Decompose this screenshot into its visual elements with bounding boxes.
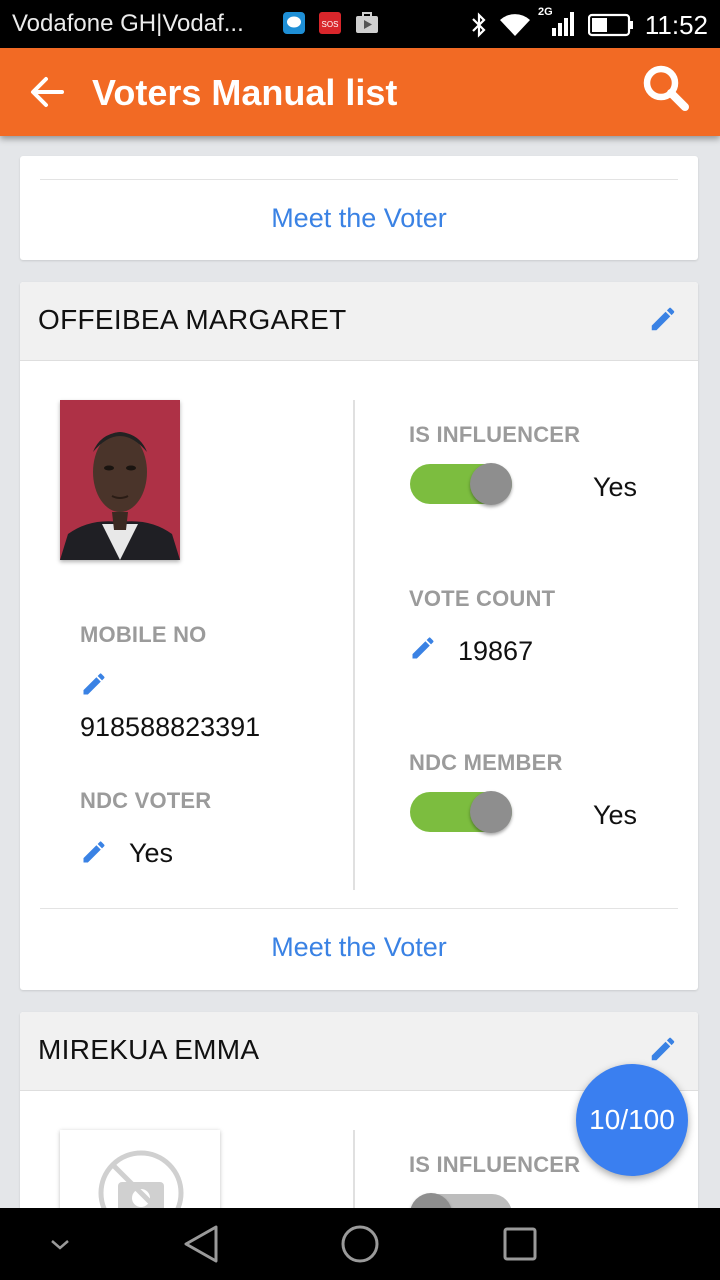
is-influencer-label: IS INFLUENCER <box>409 1152 581 1177</box>
back-arrow-icon[interactable] <box>26 72 66 112</box>
search-icon[interactable] <box>640 62 692 114</box>
mobile-no-value: 918588823391 <box>80 712 261 742</box>
carrier-label: Vodafone GH|Vodaf... <box>12 10 244 37</box>
hide-nav-chevron-icon[interactable] <box>48 1234 72 1254</box>
svg-text:SOS: SOS <box>322 20 339 29</box>
app-bar: Voters Manual list <box>0 48 720 136</box>
edit-ndc-voter-icon[interactable] <box>80 838 108 866</box>
voter-list[interactable]: Meet the Voter OFFEIBEA MARGARET MOBILE … <box>0 136 720 1208</box>
status-bar: Vodafone GH|Vodaf... SOS 2G 11:52 <box>0 0 720 48</box>
voter-name: MIREKUA EMMA <box>38 1034 260 1065</box>
system-nav-bar <box>0 1208 720 1280</box>
is-influencer-label: IS INFLUENCER <box>409 422 581 447</box>
play-store-icon <box>356 12 378 33</box>
voter-card: Meet the Voter <box>20 156 698 260</box>
vote-count-label: VOTE COUNT <box>409 586 556 611</box>
ndc-voter-label: NDC VOTER <box>80 788 212 813</box>
meet-the-voter-link[interactable]: Meet the Voter <box>20 203 698 234</box>
photo-placeholder <box>60 1130 220 1208</box>
ndc-voter-value: Yes <box>129 838 174 868</box>
is-influencer-value: Yes <box>593 472 638 502</box>
voter-card: OFFEIBEA MARGARET MOBILE NO 918588823391… <box>20 282 698 990</box>
is-influencer-toggle[interactable] <box>410 1193 512 1208</box>
is-influencer-toggle[interactable] <box>410 463 512 505</box>
edit-pencil-icon[interactable] <box>648 1034 678 1064</box>
clock: 11:52 <box>644 10 708 40</box>
ndc-member-toggle[interactable] <box>410 791 512 833</box>
signal-icon <box>552 12 574 36</box>
voter-name: OFFEIBEA MARGARET <box>38 304 347 335</box>
ndc-member-label: NDC MEMBER <box>409 750 563 775</box>
battery-icon <box>588 13 633 37</box>
ndc-member-value: Yes <box>593 800 638 830</box>
recents-square-icon[interactable] <box>502 1226 538 1262</box>
sos-icon: SOS <box>319 12 341 34</box>
edit-pencil-icon[interactable] <box>648 304 678 334</box>
no-photo-icon <box>98 1150 184 1208</box>
voter-photo <box>60 400 180 560</box>
wifi-icon <box>500 14 530 36</box>
mobile-no-label: MOBILE NO <box>80 622 207 647</box>
back-triangle-icon[interactable] <box>182 1224 220 1264</box>
home-circle-icon[interactable] <box>340 1224 380 1264</box>
edit-mobile-icon[interactable] <box>80 670 108 698</box>
page-title: Voters Manual list <box>92 72 398 113</box>
bluetooth-icon <box>472 12 486 38</box>
vote-count-value: 19867 <box>458 636 534 666</box>
voter-card-header: OFFEIBEA MARGARET <box>20 282 698 361</box>
toggle-thumb <box>470 463 512 505</box>
meet-the-voter-link[interactable]: Meet the Voter <box>20 932 698 963</box>
page-counter-fab[interactable]: 10/100 <box>576 1064 688 1176</box>
column-divider <box>353 400 355 890</box>
message-app-icon <box>283 12 305 34</box>
divider <box>40 908 678 909</box>
column-divider <box>353 1130 355 1208</box>
toggle-thumb <box>470 791 512 833</box>
edit-vote-count-icon[interactable] <box>409 634 437 662</box>
divider <box>40 179 678 180</box>
